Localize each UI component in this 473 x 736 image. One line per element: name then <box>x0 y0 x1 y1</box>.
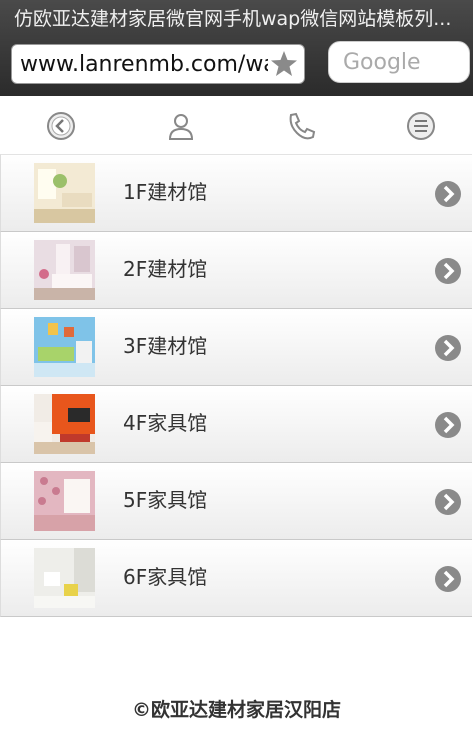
item-label: 5F家具馆 <box>123 488 208 512</box>
item-label: 1F建材馆 <box>123 180 208 204</box>
back-icon[interactable] <box>45 110 77 142</box>
chevron-right-icon[interactable] <box>434 180 462 208</box>
site-toolbar <box>0 96 473 154</box>
room-thumbnail <box>34 163 95 223</box>
list-item[interactable]: 3F建材馆 <box>0 309 472 386</box>
list-item[interactable]: 4F家具馆 <box>0 386 472 463</box>
user-icon[interactable] <box>165 110 197 142</box>
list-item[interactable]: 5F家具馆 <box>0 463 472 540</box>
list-item[interactable]: 2F建材馆 <box>0 232 472 309</box>
bookmark-star-icon[interactable] <box>270 49 298 79</box>
list-item[interactable]: 6F家具馆 <box>0 540 472 617</box>
room-thumbnail <box>34 317 95 377</box>
chevron-right-icon[interactable] <box>434 565 462 593</box>
item-label: 3F建材馆 <box>123 334 208 358</box>
item-label: 6F家具馆 <box>123 565 208 589</box>
room-thumbnail <box>34 240 95 300</box>
chevron-right-icon[interactable] <box>434 334 462 362</box>
browser-chrome: 仿欧亚达建材家居微官网手机wap微信网站模板列... www.lanrenmb.… <box>0 0 473 96</box>
room-thumbnail <box>34 548 95 608</box>
room-thumbnail <box>34 471 95 531</box>
chevron-right-icon[interactable] <box>434 257 462 285</box>
copyright-footer: ©欧亚达建材家居汉阳店 <box>131 699 341 721</box>
phone-icon[interactable] <box>285 110 317 142</box>
room-thumbnail <box>34 394 95 454</box>
url-text[interactable]: www.lanrenmb.com/wap <box>20 51 268 79</box>
menu-icon[interactable] <box>405 110 437 142</box>
category-list: 1F建材馆 2F建材馆 3F建材馆 4F家具馆 5F家具馆 6F家具馆 <box>0 154 473 617</box>
chevron-right-icon[interactable] <box>434 488 462 516</box>
search-placeholder: Google <box>343 50 421 75</box>
item-label: 4F家具馆 <box>123 411 208 435</box>
chevron-right-icon[interactable] <box>434 411 462 439</box>
page-title: 仿欧亚达建材家居微官网手机wap微信网站模板列... <box>14 8 452 30</box>
item-label: 2F建材馆 <box>123 257 208 281</box>
list-item[interactable]: 1F建材馆 <box>0 154 472 232</box>
url-bar[interactable]: www.lanrenmb.com/wap <box>11 44 305 84</box>
search-box[interactable]: Google <box>328 41 470 83</box>
